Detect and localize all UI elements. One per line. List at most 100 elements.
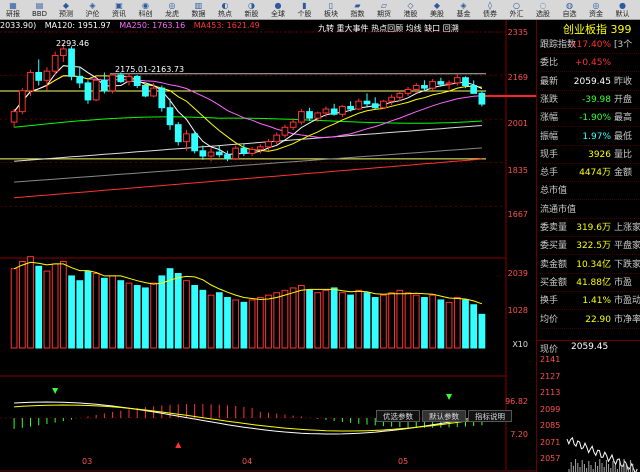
param-tab-default[interactable]: 默认参数 — [422, 410, 466, 422]
candle-body — [207, 151, 215, 157]
candle-body — [224, 154, 231, 160]
volume-bar — [10, 268, 18, 349]
volume-bar — [84, 270, 92, 349]
toolbar-icon-18: ◊ — [488, 1, 492, 10]
toolbar-button-18[interactable]: ◊ 债券 — [479, 1, 501, 19]
quote-row-4: 涨幅 -1.90% 最高 — [540, 109, 640, 128]
macd-sell-arrow — [52, 388, 59, 394]
candle-body — [109, 74, 116, 92]
toolbar-button-10[interactable]: ● 全球 — [267, 1, 289, 19]
tab-lookback[interactable]: 回溯 — [443, 24, 459, 33]
volume-bar — [462, 299, 469, 349]
toolbar-button-13[interactable]: ▰ 指数 — [347, 1, 369, 19]
chart-area[interactable]: 2033.90) MA120: 1951.97 MA250: 1763.16 M… — [0, 20, 536, 472]
ind-text-0: 2033.90) — [0, 21, 37, 30]
quote-value-6: 3926 — [588, 149, 611, 160]
toolbar-button-21[interactable]: ◍ 自选 — [559, 1, 581, 19]
quote-value-13: 41.88亿 — [576, 277, 611, 288]
toolbar-label-1: BBD — [32, 10, 47, 18]
candle-body — [396, 92, 404, 98]
price-axis-2: 2001 — [507, 119, 528, 128]
toolbar-button-19[interactable]: ○ 外汇 — [506, 1, 528, 19]
quote-key-8: 总市值 — [540, 186, 568, 197]
toolbar-button-20[interactable]: ◌ 选股 — [532, 1, 554, 19]
toolbar-button-3[interactable]: ◈ 沪伦 — [82, 1, 104, 19]
quote-panel: 创业板指 399 跟踪指数 +17.40% [3个 委比 +0.45% 最新 2059.45… — [536, 20, 640, 472]
toolbar-icon-11: ▮ — [302, 1, 307, 10]
toolbar-icon-13: ▰ — [354, 1, 361, 10]
toolbar-button-15[interactable]: ◇ 港股 — [400, 1, 422, 19]
tab-hot-review[interactable]: 热点回顾 — [371, 24, 403, 33]
toolbar-icon-17: ◈ — [460, 1, 467, 10]
volume-bar — [18, 260, 26, 349]
toolbar-button-9[interactable]: ◑ 新股 — [241, 1, 263, 19]
quote-key2-6: 量比 — [614, 149, 633, 160]
quote-key-12: 卖金额 — [540, 259, 568, 270]
quote-row-11: 委买量 322.5万 平盘家 — [540, 237, 640, 256]
toolbar-button-5[interactable]: ◉ 科创 — [135, 1, 157, 19]
quote-key-1: 委比 — [540, 58, 559, 69]
quote-row-12: 卖金额 10.34亿 下跌家 — [540, 256, 640, 274]
candle-body — [248, 148, 256, 154]
chart-canvas[interactable] — [0, 20, 536, 472]
volume-bar — [207, 294, 215, 349]
toolbar-button-0[interactable]: ▦ 研报 — [2, 1, 24, 19]
volume-bar — [429, 294, 437, 349]
volume-bar — [150, 282, 157, 349]
toolbar-button-6[interactable]: ◎ 龙虎 — [161, 1, 183, 19]
candle-body — [297, 111, 305, 123]
volume-bar — [133, 285, 141, 349]
tab-ma[interactable]: 均线 — [406, 24, 422, 33]
price-axis-1: 2169 — [507, 73, 528, 82]
toolbar-button-17[interactable]: ◈ 基金 — [453, 1, 475, 19]
toolbar-button-7[interactable]: ▥ 数据 — [188, 1, 210, 19]
date-label-2: 05 — [398, 457, 409, 466]
toolbar-button-2[interactable]: ◆ 预测 — [55, 1, 77, 19]
quote-key-9: 流通市值 — [540, 204, 577, 215]
toolbar-button-1[interactable]: ▤ BBD — [29, 1, 51, 19]
candle-body — [43, 70, 51, 81]
candle-body — [404, 88, 412, 94]
quote-value-14: 1.41% — [582, 296, 611, 307]
quote-key-5: 振幅 — [540, 131, 559, 142]
toolbar-button-22[interactable]: ◎ 资金 — [585, 1, 607, 19]
quote-value-10: 319.6万 — [576, 223, 611, 233]
volume-bar — [281, 289, 289, 349]
volume-bar — [101, 277, 108, 349]
toolbar-button-11[interactable]: ▮ 个股 — [294, 1, 316, 19]
tab-gap[interactable]: 缺口 — [424, 24, 440, 33]
tab-major-event[interactable]: 重大事件 — [337, 24, 369, 33]
quote-value-1: +0.45% — [574, 58, 611, 69]
toolbar-button-16[interactable]: ◆ 美股 — [426, 1, 448, 19]
volume-bar — [339, 292, 346, 349]
quote-key2-12: 下跌家 — [614, 259, 640, 270]
quote-row-1: 委比 +0.45% — [540, 54, 640, 73]
toolbar-button-14[interactable]: ▱ 期货 — [373, 1, 395, 19]
volume-bar — [43, 270, 51, 349]
toolbar-button-23[interactable]: ● 默认 — [612, 1, 634, 19]
tab-jiuzhuan[interactable]: 九转 — [318, 24, 334, 33]
param-tab-optimal[interactable]: 优选参数 — [376, 410, 420, 422]
toolbar-label-11: 个股 — [297, 10, 312, 18]
quote-key2-2: 昨收 — [614, 76, 633, 87]
quote-key-3: 涨跌 — [540, 94, 559, 105]
volume-bar — [306, 289, 313, 349]
volume-bar — [191, 285, 199, 349]
toolbar-label-19: 外汇 — [509, 10, 524, 18]
toolbar-button-12[interactable]: ▯ 板块 — [320, 1, 342, 19]
volume-bar — [322, 289, 330, 349]
quote-key2-4: 最高 — [614, 113, 633, 124]
quote-key2-5: 最低 — [614, 131, 633, 142]
volume-ma-line — [13, 261, 483, 305]
candle-body — [388, 96, 395, 102]
volume-bar — [363, 292, 371, 349]
toolbar-button-8[interactable]: ◐ 热点 — [214, 1, 236, 19]
toolbar-icon-21: ◍ — [566, 1, 573, 10]
candle-body — [35, 71, 43, 81]
volume-bar — [142, 287, 149, 349]
param-tab-help[interactable]: 指标说明 — [468, 410, 512, 422]
toolbar-button-4[interactable]: ▣ 资讯 — [108, 1, 130, 19]
candle-body — [445, 82, 453, 85]
candle-body — [166, 107, 174, 126]
candle-body — [470, 85, 478, 94]
